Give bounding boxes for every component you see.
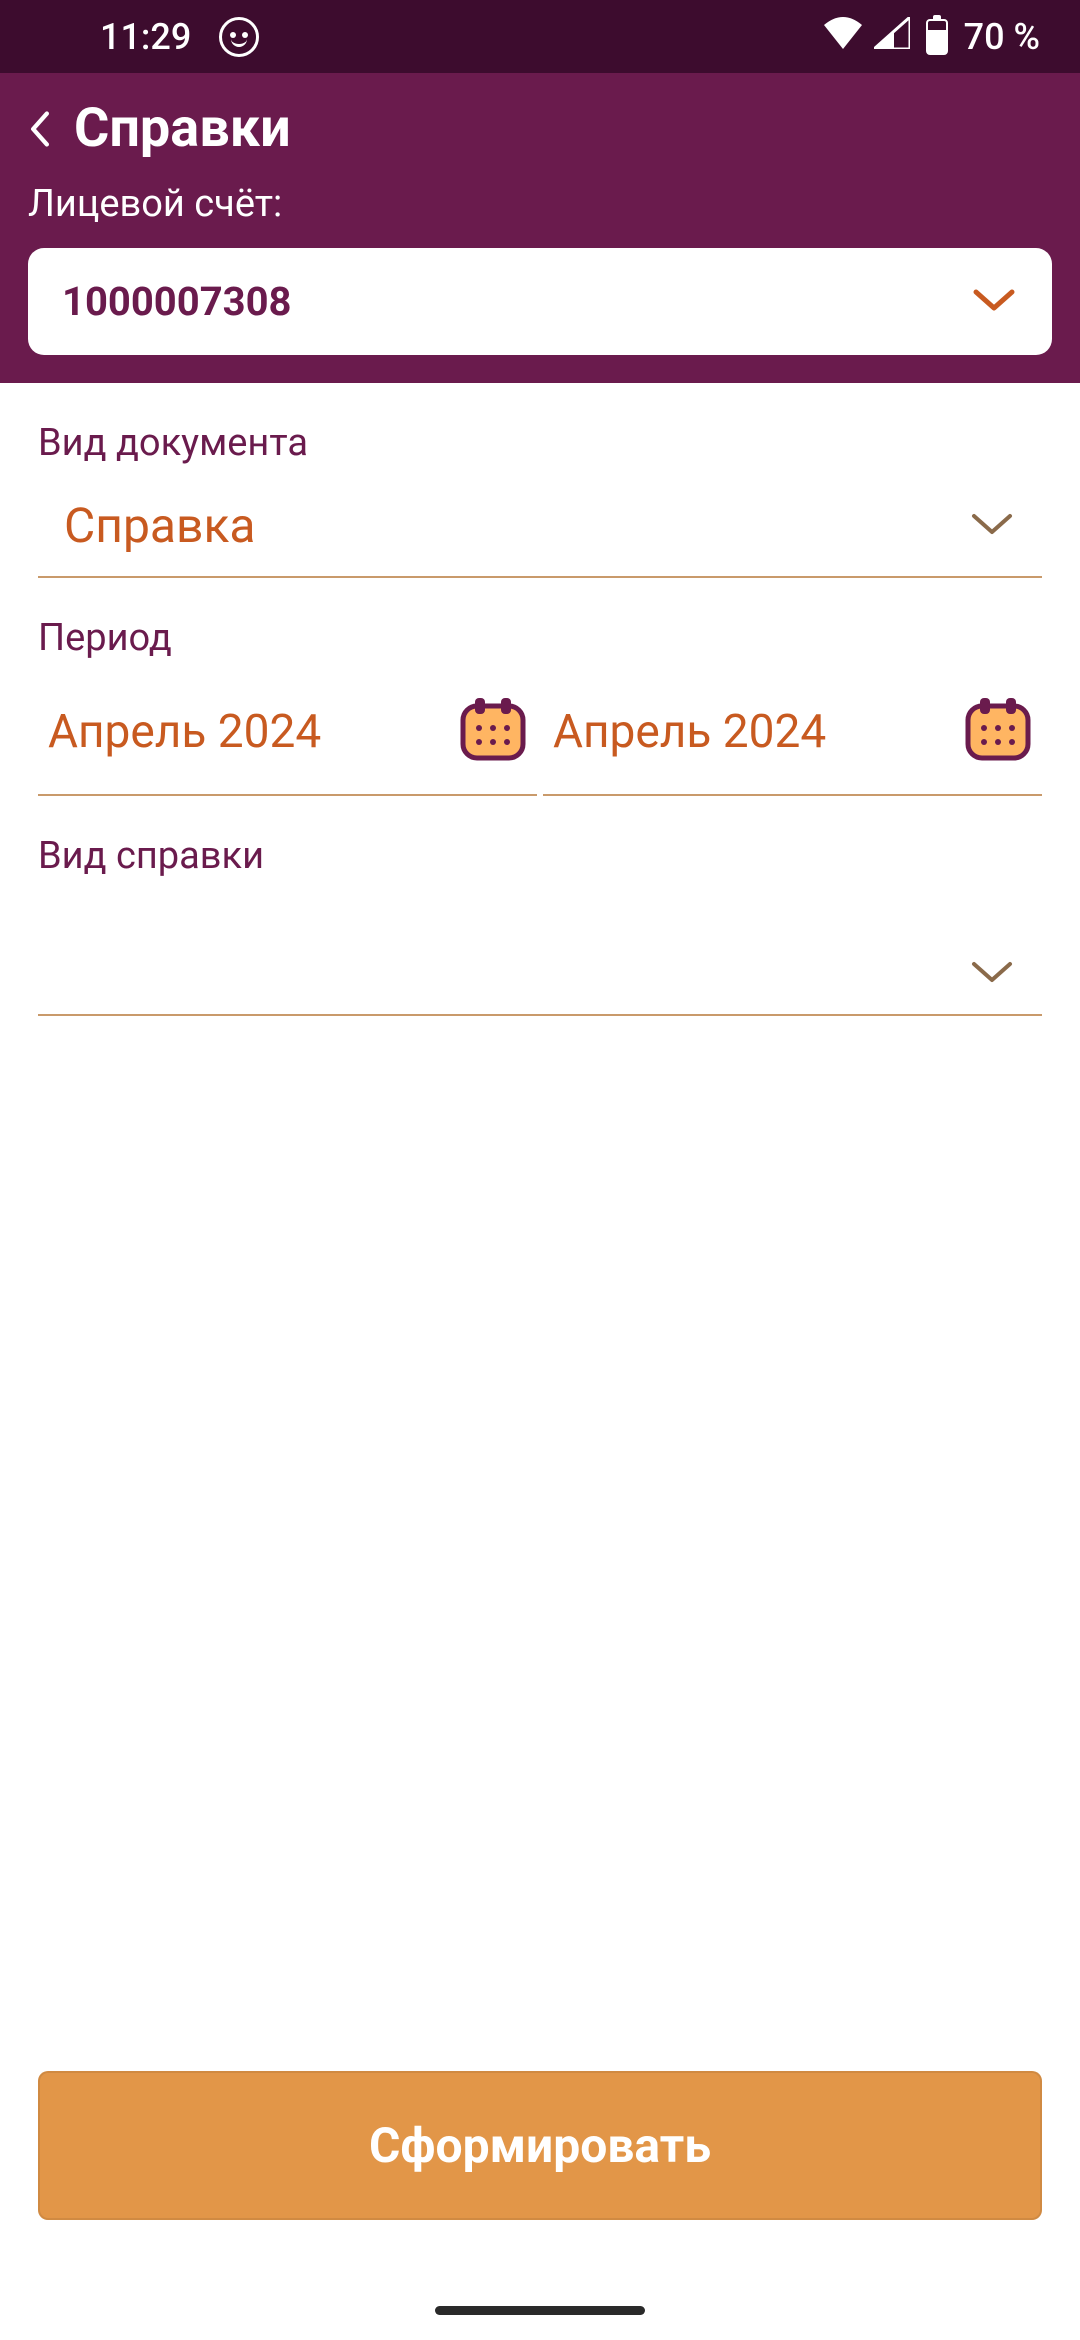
ref-type-label: Вид справки: [38, 834, 1042, 878]
ref-type-select[interactable]: [38, 910, 1042, 1016]
period-to-field[interactable]: Апрель 2024: [543, 692, 1042, 796]
face-icon: [219, 17, 259, 57]
period-from-field[interactable]: Апрель 2024: [38, 692, 537, 796]
nav-handle[interactable]: [435, 2306, 645, 2315]
doc-type-value: Справка: [64, 497, 256, 554]
calendar-icon: [960, 692, 1036, 772]
submit-button[interactable]: Сформировать: [38, 2071, 1042, 2220]
chevron-down-icon: [968, 958, 1016, 990]
content-area: Вид документа Справка Период Апрель 2024…: [0, 383, 1080, 2280]
spacer: [38, 1054, 1042, 2071]
doc-type-label: Вид документа: [38, 421, 1042, 465]
status-bar: 11:29 70 %: [0, 0, 1080, 73]
header-top-row: Справки: [28, 97, 1052, 160]
battery-percent: 70 %: [964, 16, 1040, 58]
account-label: Лицевой счёт:: [28, 182, 1052, 226]
status-right: 70 %: [822, 15, 1040, 58]
page-title: Справки: [74, 97, 291, 160]
calendar-icon: [455, 692, 531, 772]
period-label: Период: [38, 616, 1042, 660]
doc-type-select[interactable]: Справка: [38, 497, 1042, 578]
battery-icon: [926, 19, 948, 55]
account-select[interactable]: 1000007308: [28, 248, 1052, 355]
nav-bar: [0, 2280, 1080, 2340]
wifi-icon: [822, 15, 864, 58]
account-value: 1000007308: [62, 278, 292, 325]
status-time: 11:29: [100, 16, 191, 58]
back-icon[interactable]: [28, 109, 52, 149]
app-header: Справки Лицевой счёт: 1000007308: [0, 73, 1080, 383]
signal-icon: [874, 16, 910, 58]
status-left: 11:29: [100, 16, 259, 58]
period-row: Апрель 2024 Апрель 2024: [38, 692, 1042, 796]
chevron-down-icon: [970, 286, 1018, 318]
chevron-down-icon: [968, 510, 1016, 542]
period-from-value: Апрель 2024: [48, 705, 321, 759]
period-to-value: Апрель 2024: [553, 705, 826, 759]
